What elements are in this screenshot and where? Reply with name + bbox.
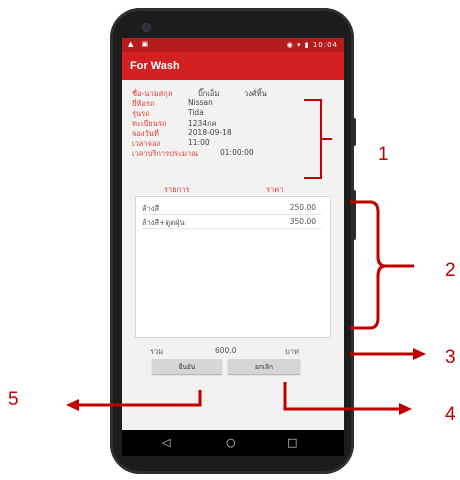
callout-5: 5 [8, 389, 19, 410]
arrow-4-head [399, 403, 412, 415]
bracket-2 [350, 200, 414, 330]
callout-2: 2 [445, 260, 456, 281]
arrow-3-head [413, 348, 426, 360]
arrow-5-head [66, 399, 79, 411]
arrow-4-line [283, 382, 400, 411]
callout-3: 3 [445, 347, 456, 368]
callout-1: 1 [378, 144, 389, 165]
annotation-overlay [66, 99, 426, 415]
callout-4: 4 [445, 404, 456, 425]
bracket-1 [304, 99, 332, 179]
arrow-5-line [78, 390, 202, 407]
